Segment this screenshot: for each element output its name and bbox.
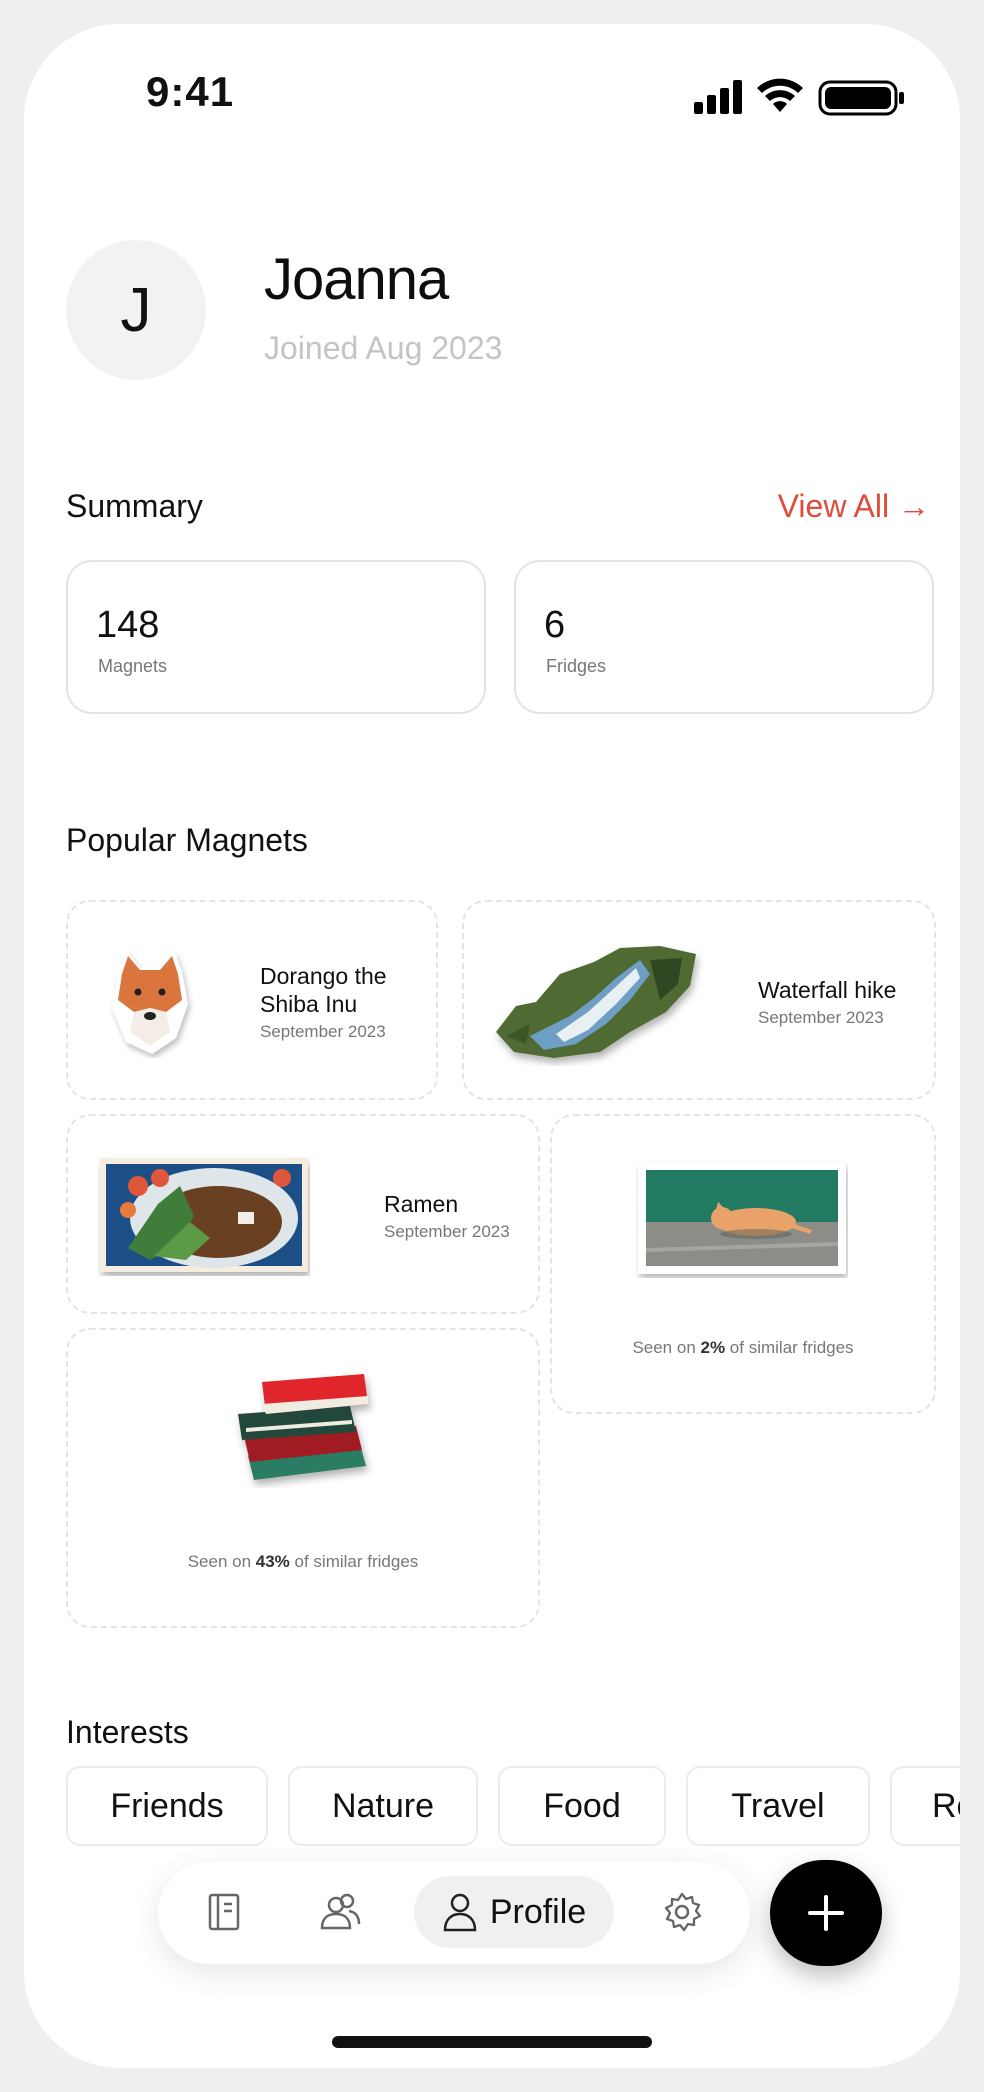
stat-value: 148 <box>96 604 160 646</box>
magnet-title: Ramen <box>384 1191 459 1217</box>
view-all-link[interactable]: View All → <box>778 488 930 525</box>
seen-prefix: Seen on <box>187 1552 256 1571</box>
bottom-nav: Profile <box>158 1862 750 1964</box>
seen-suffix: of similar fridges <box>289 1552 419 1571</box>
cellular-signal-icon <box>694 80 742 114</box>
books-magnet-icon <box>238 1374 368 1480</box>
gear-icon[interactable] <box>660 1890 704 1934</box>
stat-value: 6 <box>544 604 566 646</box>
stat-label: Fridges <box>546 656 607 676</box>
stat-card-magnets[interactable]: 148 Magnets <box>66 560 486 714</box>
add-magnet-button[interactable] <box>770 1860 882 1966</box>
magnet-card-ramen[interactable]: Ramen September 2023 <box>66 1114 540 1314</box>
magnet-info: Ramen September 2023 <box>384 1190 534 1242</box>
wifi-icon <box>757 78 803 112</box>
magnet-date: September 2023 <box>384 1222 510 1241</box>
seen-percent: 43% <box>255 1552 290 1571</box>
seen-on-stat: Seen on 43% of similar fridges <box>68 1552 538 1572</box>
person-icon <box>443 1893 477 1932</box>
magnet-card-cat[interactable]: Seen on 2% of similar fridges <box>550 1114 936 1414</box>
nav-profile-tab[interactable]: Profile <box>414 1876 614 1948</box>
popular-magnets-title: Popular Magnets <box>66 822 308 858</box>
interest-chip-partial[interactable]: Re <box>890 1766 960 1846</box>
magnet-info: Dorango the Shiba Inu September 2023 <box>260 962 430 1042</box>
phone-screen: 9:41 J Joanna Joined Aug 2023 Summary Vi… <box>24 24 960 2068</box>
joined-date: Joined Aug 2023 <box>264 330 503 366</box>
magnet-title: Waterfall hike <box>758 977 897 1003</box>
waterfall-magnet-icon <box>496 946 696 1058</box>
status-time: 9:41 <box>146 68 235 115</box>
plus-icon <box>808 1895 844 1931</box>
interest-chip-friends[interactable]: Friends <box>66 1766 268 1846</box>
profile-name: Joanna <box>264 247 449 312</box>
magnet-card-shiba[interactable]: Dorango the Shiba Inu September 2023 <box>66 900 438 1100</box>
seen-on-stat: Seen on 2% of similar fridges <box>552 1338 934 1358</box>
seen-suffix: of similar fridges <box>725 1338 854 1357</box>
summary-title: Summary <box>66 488 203 524</box>
avatar-initial: J <box>120 275 152 345</box>
interest-chip-nature[interactable]: Nature <box>288 1766 478 1846</box>
ramen-magnet-icon <box>100 1158 308 1272</box>
shiba-inu-magnet-icon <box>112 950 188 1054</box>
seen-percent: 2% <box>700 1338 726 1357</box>
friends-icon[interactable] <box>318 1890 362 1934</box>
journal-icon[interactable] <box>202 1890 246 1934</box>
stat-card-fridges[interactable]: 6 Fridges <box>514 560 934 714</box>
magnet-info: Waterfall hike September 2023 <box>758 976 928 1028</box>
interest-chip-travel[interactable]: Travel <box>686 1766 870 1846</box>
magnet-title: Dorango the Shiba Inu <box>260 963 387 1017</box>
battery-icon <box>818 80 904 116</box>
interest-chip-food[interactable]: Food <box>498 1766 666 1846</box>
home-indicator[interactable] <box>332 2036 652 2048</box>
magnet-card-waterfall[interactable]: Waterfall hike September 2023 <box>462 900 936 1100</box>
seen-prefix: Seen on <box>632 1338 701 1357</box>
nav-profile-label: Profile <box>489 1892 587 1931</box>
interests-title: Interests <box>66 1714 189 1750</box>
cat-photo-magnet-icon <box>638 1162 846 1274</box>
avatar[interactable]: J <box>66 240 206 380</box>
magnet-card-books[interactable]: Seen on 43% of similar fridges <box>66 1328 540 1628</box>
stat-label: Magnets <box>98 656 168 676</box>
magnet-date: September 2023 <box>758 1008 884 1027</box>
magnet-date: September 2023 <box>260 1022 386 1041</box>
